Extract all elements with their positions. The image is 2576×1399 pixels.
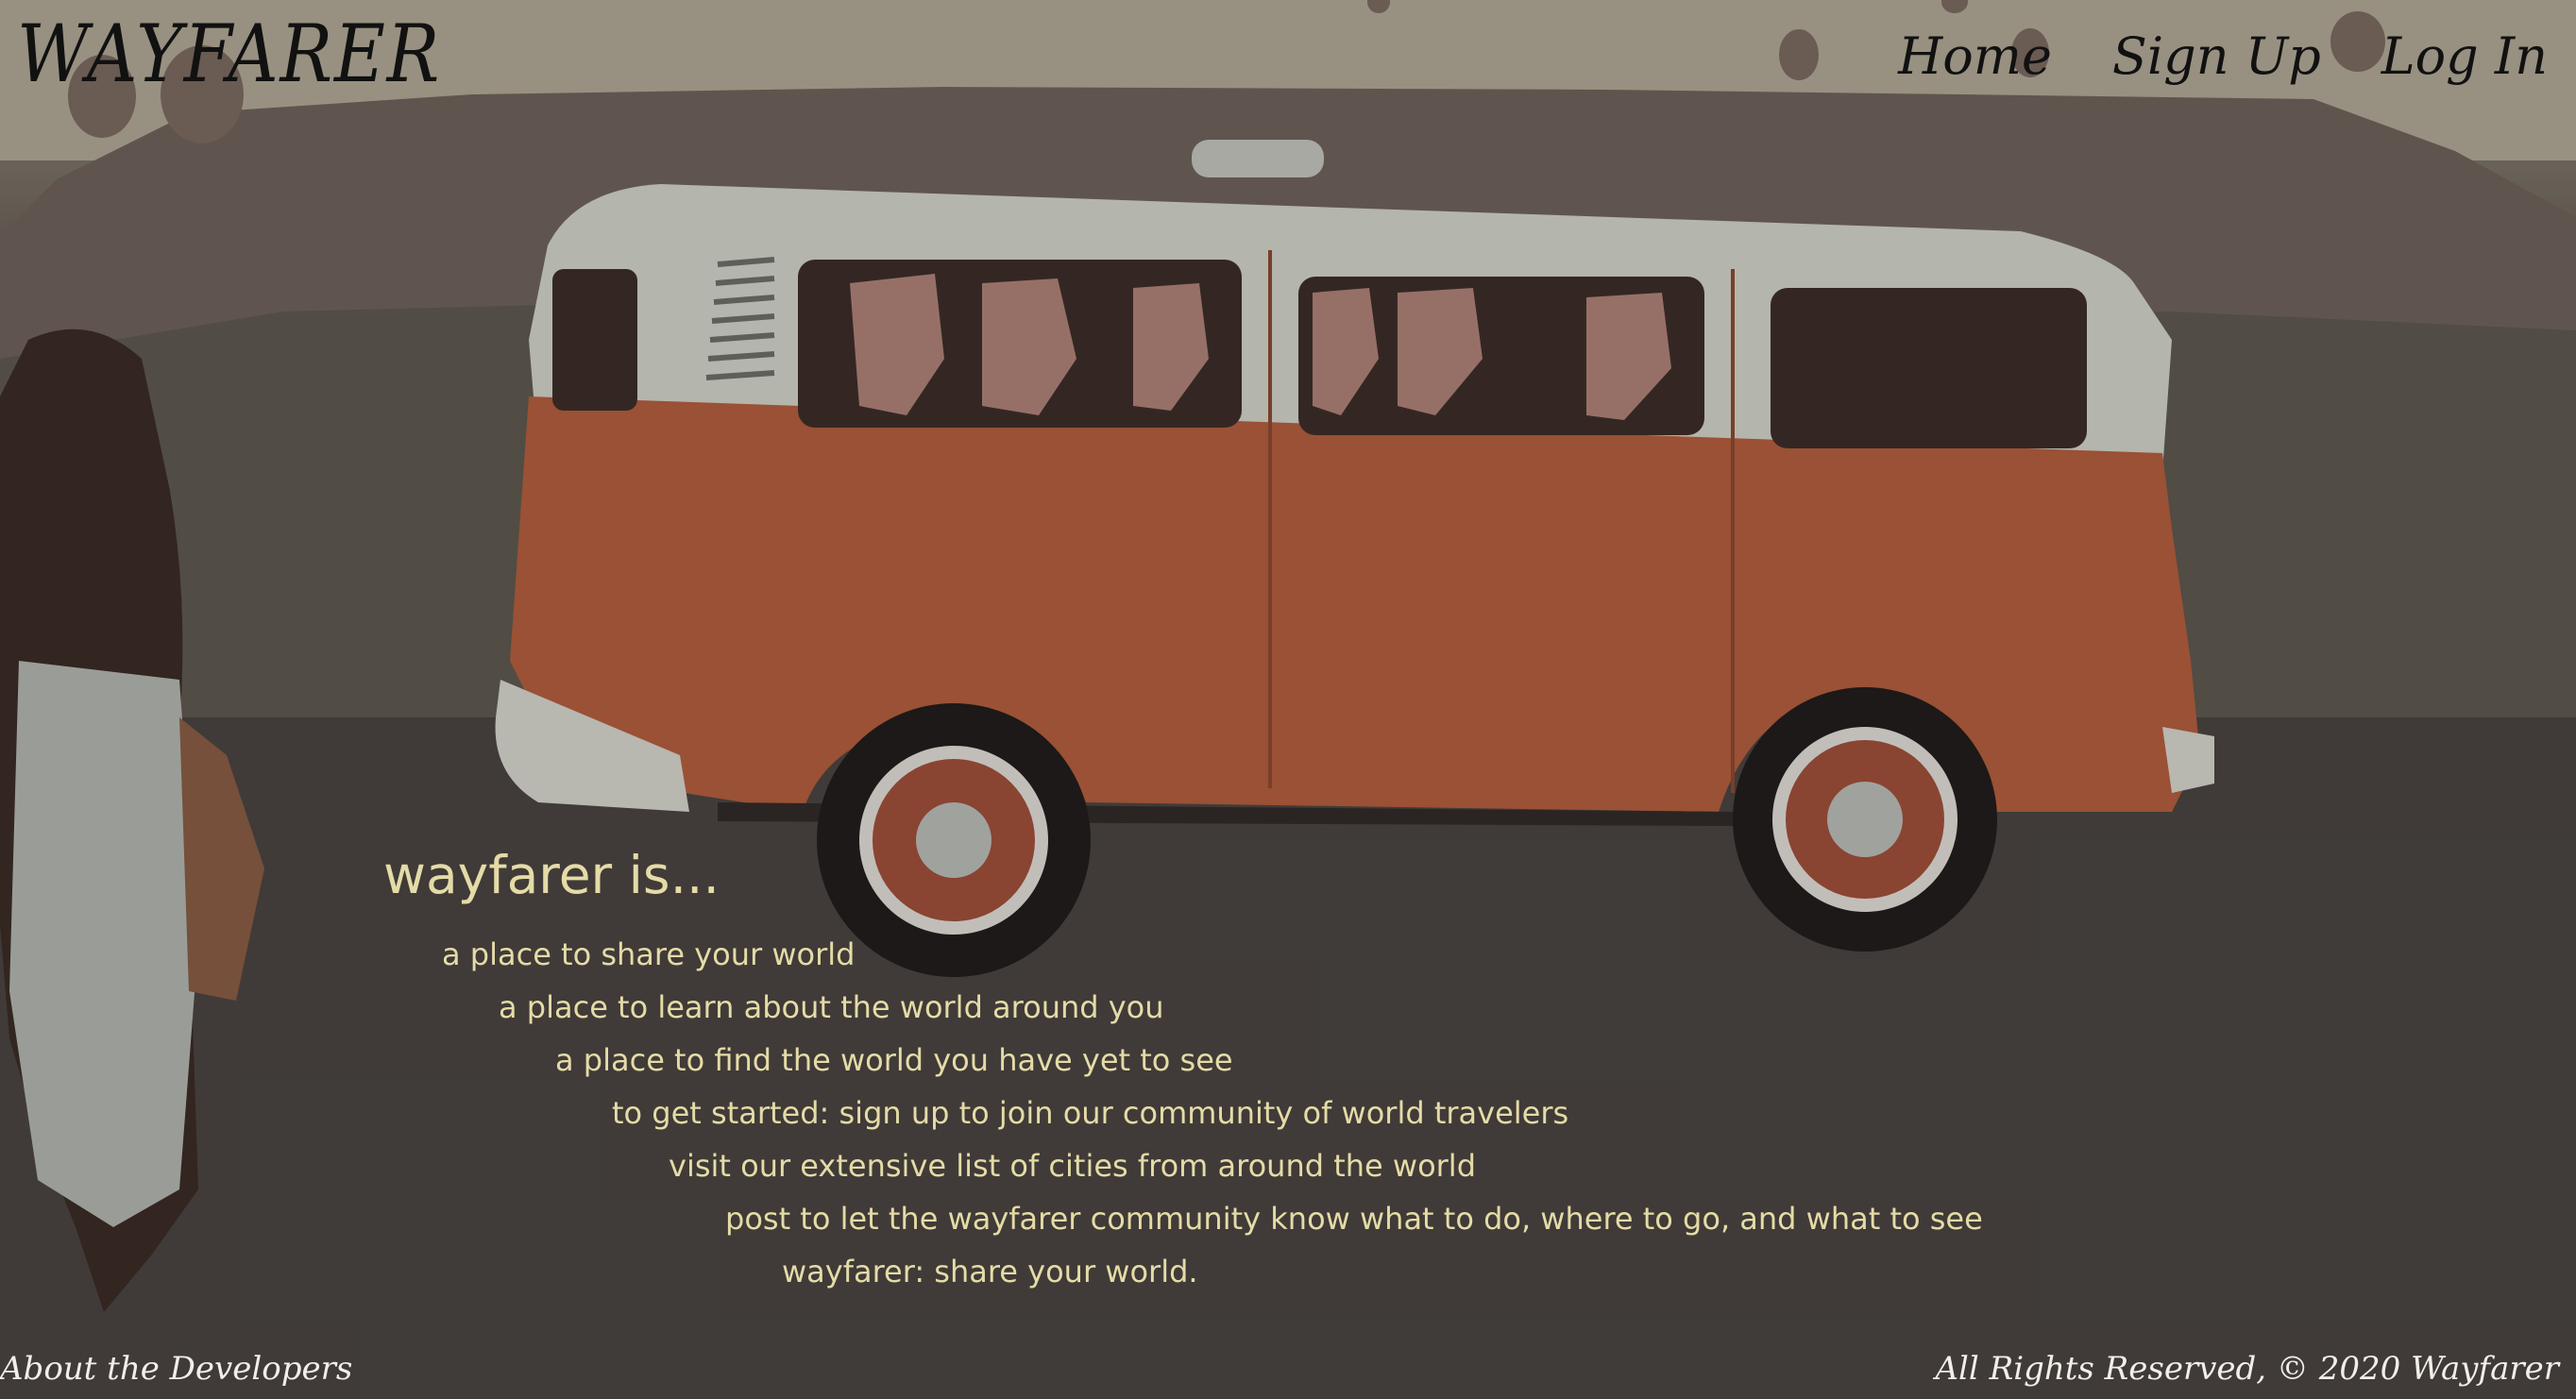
tagline-line: to get started: sign up to join our comm… — [612, 1095, 1569, 1131]
hero-background — [0, 0, 2576, 1399]
tagline-line: a place to learn about the world around … — [499, 989, 1164, 1025]
tagline-line: wayfarer: share your world. — [782, 1254, 1198, 1289]
hero-content: wayfarer is... — [383, 845, 720, 905]
about-developers-link[interactable]: About the Developers — [0, 1350, 352, 1388]
nav-sign-up[interactable]: Sign Up — [2112, 26, 2321, 86]
tagline-line: a place to find the world you have yet t… — [555, 1042, 1233, 1078]
dark-overlay — [0, 0, 2576, 1399]
hero-heading: wayfarer is... — [383, 845, 720, 905]
nav-log-in[interactable]: Log In — [2381, 26, 2548, 86]
top-nav: Home Sign Up Log In — [1898, 26, 2548, 86]
nav-home[interactable]: Home — [1898, 26, 2052, 86]
tagline-line: post to let the wayfarer community know … — [725, 1201, 1983, 1237]
tagline-line: visit our extensive list of cities from … — [669, 1148, 1476, 1184]
brand-logo[interactable]: WAYFARER — [17, 8, 441, 100]
copyright-text: All Rights Reserved, © 2020 Wayfarer — [1935, 1350, 2559, 1388]
tagline-line: a place to share your world — [442, 936, 856, 972]
